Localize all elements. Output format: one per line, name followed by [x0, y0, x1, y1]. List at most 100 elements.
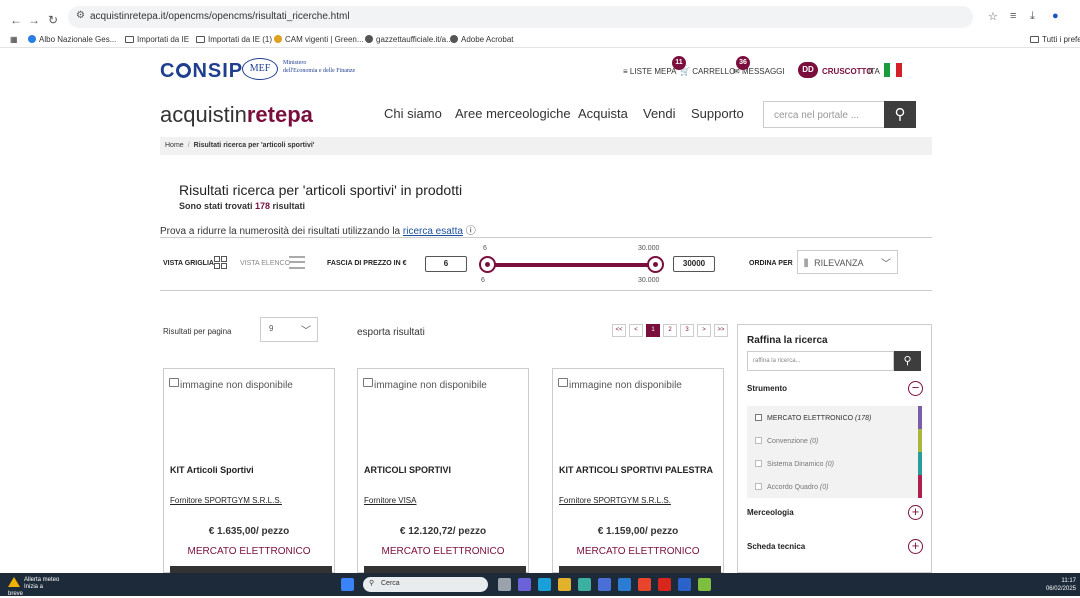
- nav-acquista[interactable]: Acquista: [578, 106, 628, 121]
- site-settings-icon[interactable]: ⚙: [76, 10, 85, 21]
- exact-search-link[interactable]: ricerca esatta: [403, 226, 463, 237]
- filter-option[interactable]: Accordo Quadro (0): [747, 475, 922, 498]
- portal-search-input[interactable]: cerca nel portale ...: [763, 101, 886, 128]
- vista-elenco-label[interactable]: VISTA ELENCO: [240, 260, 290, 267]
- page-1[interactable]: 1: [646, 324, 660, 337]
- italy-flag-icon[interactable]: [884, 63, 908, 77]
- price-slider-track[interactable]: [487, 263, 656, 267]
- nav-aree-merceologiche[interactable]: Aree merceologiche: [455, 106, 571, 121]
- product-card[interactable]: immagine non disponibile KIT Articoli Sp…: [163, 368, 335, 573]
- user-avatar[interactable]: DD: [798, 62, 818, 78]
- bookmark-adobe[interactable]: Adobe Acrobat: [450, 35, 513, 44]
- bookmark-albo[interactable]: Albo Nazionale Ges...: [28, 35, 116, 44]
- list-view-icon[interactable]: [289, 256, 305, 269]
- mef-logo[interactable]: MEF: [242, 58, 278, 80]
- checkbox[interactable]: [755, 414, 762, 421]
- page-first[interactable]: <<: [612, 324, 626, 337]
- product-title[interactable]: KIT ARTICOLI SPORTIVI PALESTRA: [559, 465, 713, 475]
- search-icon[interactable]: ⚲: [894, 351, 921, 371]
- price-slider-max-handle[interactable]: [647, 256, 664, 273]
- page-prev[interactable]: <: [629, 324, 643, 337]
- add-to-cart-button[interactable]: [170, 566, 332, 573]
- sort-select[interactable]: ⫼ RILEVANZA ﹀: [797, 250, 898, 274]
- clock[interactable]: 11:17 06/02/2025: [1046, 577, 1076, 593]
- checkbox[interactable]: [755, 460, 762, 467]
- reload-icon[interactable]: ↻: [48, 13, 58, 27]
- carrello-link[interactable]: 🛒 CARRELLO: [680, 67, 735, 76]
- language-label[interactable]: ITA: [868, 67, 880, 76]
- facet-merceologia[interactable]: Merceologia: [747, 508, 794, 517]
- outlook-icon[interactable]: [618, 578, 631, 591]
- top-bar: C NSIP MEF Ministero dell'Economia e delle…: [160, 48, 932, 94]
- product-title[interactable]: KIT Articoli Sportivi: [170, 465, 254, 475]
- download-icon[interactable]: ⤓: [1030, 10, 1035, 23]
- product-card[interactable]: immagine non disponibile KIT ARTICOLI SP…: [552, 368, 724, 573]
- consip-logo[interactable]: C NSIP: [160, 60, 243, 83]
- star-icon[interactable]: ☆: [988, 10, 998, 23]
- page-next[interactable]: >: [697, 324, 711, 337]
- facet-scheda-tecnica[interactable]: Scheda tecnica: [747, 542, 805, 551]
- search-icon[interactable]: ⚲: [884, 101, 916, 128]
- filter-option[interactable]: MERCATO ELETTRONICO (178): [747, 406, 922, 429]
- product-market: MERCATO ELETTRONICO: [381, 546, 505, 557]
- edge-icon[interactable]: [538, 578, 551, 591]
- price-max-input[interactable]: 30000: [673, 256, 715, 272]
- acrobat-icon[interactable]: [658, 578, 671, 591]
- bookmark-all[interactable]: Tutti i prefer: [1030, 35, 1080, 44]
- product-supplier-link[interactable]: Fornitore SPORTGYM S.R.L.S.: [559, 496, 671, 505]
- page-2[interactable]: 2: [663, 324, 677, 337]
- checkbox[interactable]: [755, 437, 762, 444]
- calendar-icon[interactable]: [578, 578, 591, 591]
- add-to-cart-button[interactable]: [364, 566, 526, 573]
- expand-icon[interactable]: +: [908, 539, 923, 554]
- start-icon[interactable]: [341, 578, 354, 591]
- file-explorer-icon[interactable]: [558, 578, 571, 591]
- forward-icon[interactable]: →: [28, 13, 40, 27]
- product-supplier-link[interactable]: Fornitore VISA: [364, 496, 416, 505]
- nav-vendi[interactable]: Vendi: [643, 106, 676, 121]
- filter-option[interactable]: Convenzione (0): [747, 429, 922, 452]
- bookmark-gazzetta[interactable]: gazzettaufficiale.it/a...: [365, 35, 453, 44]
- task-view-icon[interactable]: [498, 578, 511, 591]
- nav-supporto[interactable]: Supporto: [691, 106, 744, 121]
- acquistinretepa-logo[interactable]: acquistinretepa: [160, 102, 313, 128]
- product-supplier-link[interactable]: Fornitore SPORTGYM S.R.L.S.: [170, 496, 282, 505]
- nav-chi-siamo[interactable]: Chi siamo: [384, 106, 442, 121]
- product-card[interactable]: immagine non disponibile ARTICOLI SPORTI…: [357, 368, 529, 573]
- page-last[interactable]: >>: [714, 324, 728, 337]
- back-icon[interactable]: ←: [10, 13, 22, 27]
- price-slider-min-handle[interactable]: [479, 256, 496, 273]
- breadcrumb-home[interactable]: Home: [165, 142, 184, 149]
- taskbar-search[interactable]: ⚲ Cerca: [363, 577, 488, 592]
- grid-view-icon[interactable]: [214, 256, 228, 269]
- cruscotto-link[interactable]: CRUSCOTTO: [822, 67, 873, 76]
- vista-griglia-label[interactable]: VISTA GRIGLIA: [163, 260, 214, 267]
- add-to-cart-button[interactable]: [559, 566, 721, 573]
- price-min-input[interactable]: 6: [425, 256, 467, 272]
- collapse-icon[interactable]: −: [908, 381, 923, 396]
- weather-widget[interactable]: Allerta meteo Inizia a breve: [8, 577, 59, 598]
- teams-icon[interactable]: [518, 578, 531, 591]
- chrome-icon[interactable]: [638, 578, 651, 591]
- address-bar[interactable]: ⚙ acquistinretepa.it/opencms/opencms/ris…: [68, 6, 973, 28]
- export-results-link[interactable]: esporta risultati: [357, 327, 425, 338]
- refine-search-input[interactable]: raffina la ricerca...: [747, 351, 894, 371]
- checkbox[interactable]: [755, 483, 762, 490]
- liste-mepa-link[interactable]: ≡ LISTE MEPA: [623, 67, 676, 76]
- product-title[interactable]: ARTICOLI SPORTIVI: [364, 465, 451, 475]
- bookmark-importati-ie-1[interactable]: Importati da IE (1): [196, 35, 272, 44]
- expand-icon[interactable]: +: [908, 505, 923, 520]
- per-page-select[interactable]: 9 ﹀: [260, 317, 318, 342]
- bookmark-cam[interactable]: CAM vigenti | Green...: [274, 35, 364, 44]
- facet-strumento[interactable]: Strumento: [747, 384, 787, 393]
- extensions-icon[interactable]: ≡: [1010, 10, 1016, 22]
- bookmark-importati-ie[interactable]: Importati da IE: [125, 35, 189, 44]
- app-icon[interactable]: [598, 578, 611, 591]
- app-icon[interactable]: [698, 578, 711, 591]
- apps-icon[interactable]: ▦: [10, 35, 18, 44]
- profile-icon[interactable]: ●: [1052, 10, 1059, 22]
- word-icon[interactable]: [678, 578, 691, 591]
- info-icon[interactable]: ⓘ: [466, 226, 476, 237]
- page-3[interactable]: 3: [680, 324, 694, 337]
- filter-option[interactable]: Sistema Dinamico (0): [747, 452, 922, 475]
